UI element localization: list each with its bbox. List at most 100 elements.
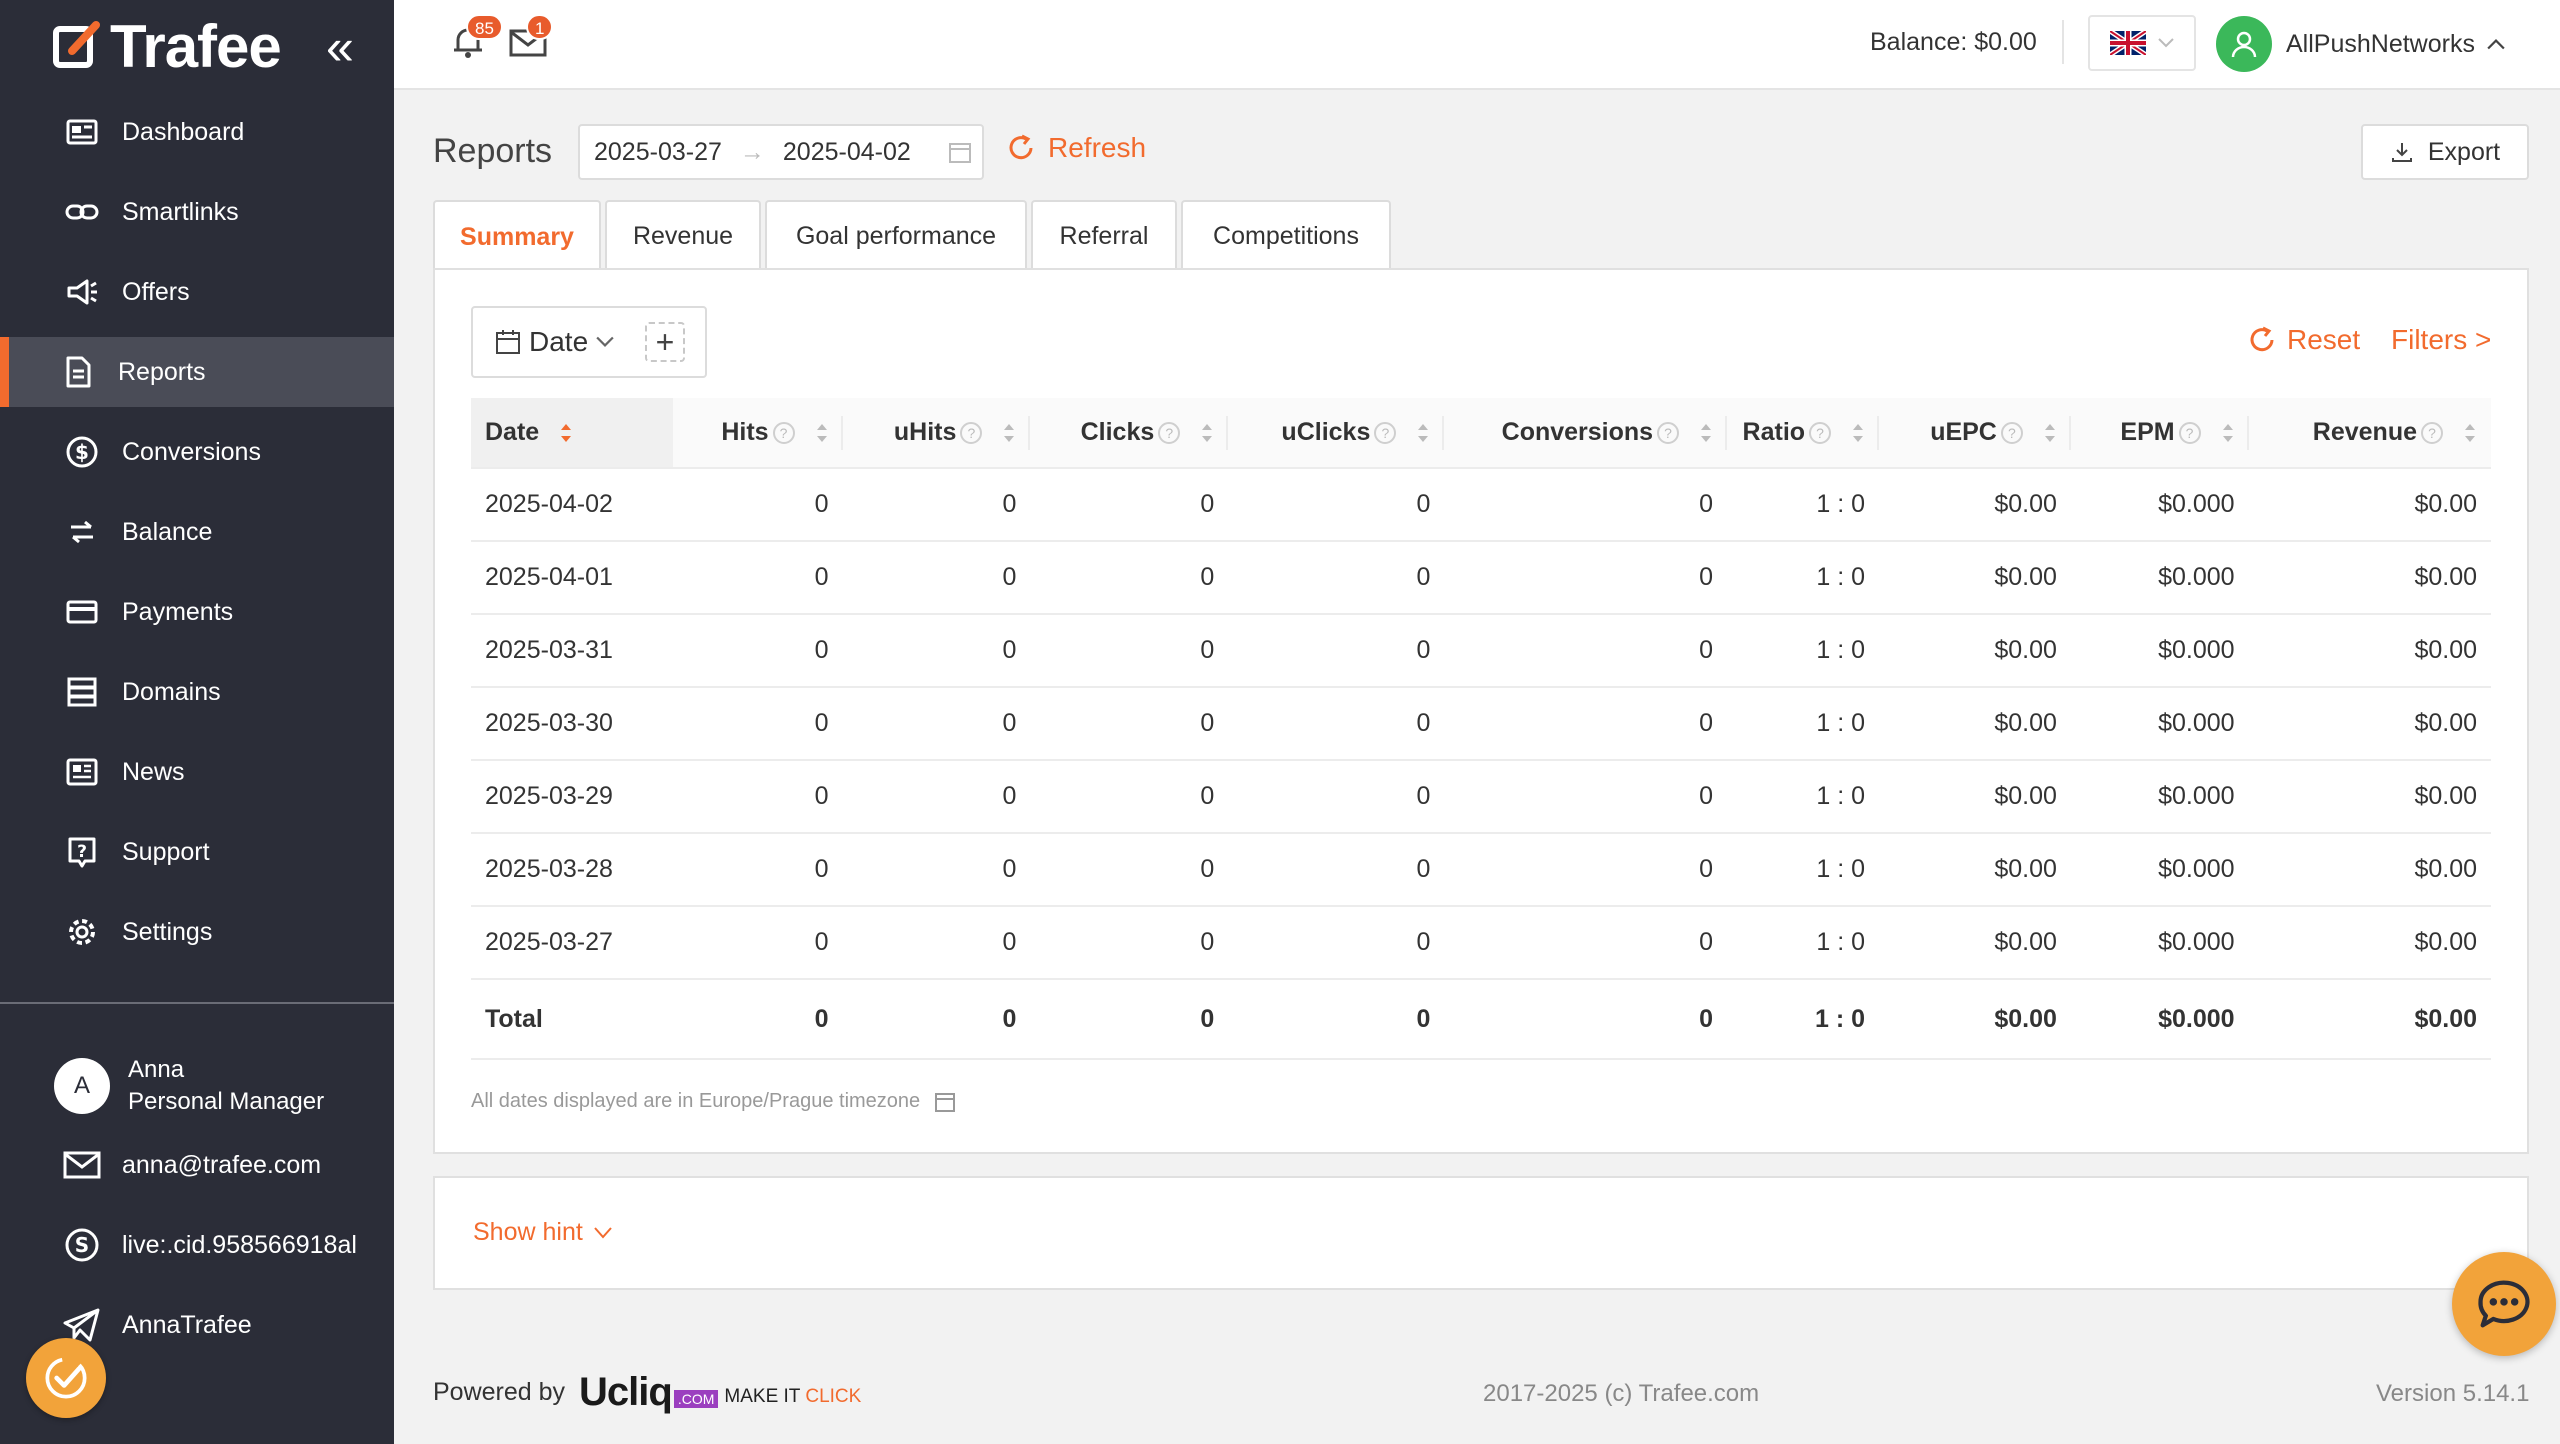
achievement-badge-icon[interactable] — [26, 1338, 106, 1418]
column-header-clicks[interactable]: Clicks? — [1030, 398, 1229, 469]
cell-revenue: $0.00 — [2248, 614, 2491, 688]
collapse-sidebar-icon[interactable]: « — [326, 22, 354, 72]
table-total-row: Total 0 0 0 0 0 1 : 0 $0.00 $0.000 $0.00 — [471, 979, 2491, 1060]
personal-manager: A Anna Personal Manager — [54, 1054, 324, 1118]
date-from: 2025-03-27 — [594, 137, 722, 166]
column-label: Date — [485, 418, 540, 446]
uk-flag-icon — [2110, 31, 2146, 55]
refresh-button[interactable]: Refresh — [1006, 132, 1146, 164]
tab-competitions[interactable]: Competitions — [1181, 200, 1391, 270]
export-button[interactable]: Export — [2361, 124, 2529, 180]
user-avatar-icon — [2216, 16, 2272, 72]
cell-conversions: 0 — [1444, 614, 1728, 688]
column-header-conversions[interactable]: Conversions? — [1444, 398, 1728, 469]
sidebar-item-balance[interactable]: Balance — [0, 497, 394, 567]
ucliq-logo[interactable]: Ucliq — [579, 1370, 673, 1415]
sort-icon[interactable] — [1416, 421, 1430, 445]
sort-icon[interactable] — [559, 421, 573, 445]
help-icon[interactable]: ? — [2000, 422, 2023, 445]
help-icon[interactable]: ? — [1809, 422, 1832, 445]
column-header-uhits[interactable]: uHits? — [842, 398, 1031, 469]
show-hint-toggle[interactable]: Show hint — [473, 1218, 613, 1247]
column-header-revenue[interactable]: Revenue? — [2248, 398, 2491, 469]
sidebar-divider — [0, 1002, 394, 1004]
tab-summary[interactable]: Summary — [433, 200, 601, 272]
exchange-icon — [64, 514, 100, 550]
brand-logo[interactable]: Trafee — [52, 13, 282, 80]
cell-epm: $0.000 — [2070, 760, 2249, 834]
tab-goal-performance[interactable]: Goal performance — [765, 200, 1027, 270]
trafee-logo-icon — [53, 21, 100, 68]
add-grouping-button[interactable]: + — [645, 322, 685, 362]
cell-date: 2025-03-29 — [471, 760, 673, 834]
cell-uclicks: 0 — [1228, 468, 1445, 542]
chat-bubble-icon[interactable] — [2452, 1252, 2556, 1356]
contact-telegram[interactable]: AnnaTrafee — [62, 1305, 252, 1345]
contact-email[interactable]: anna@trafee.com — [62, 1145, 321, 1185]
help-icon[interactable]: ? — [772, 422, 795, 445]
total-uhits: 0 — [842, 979, 1031, 1060]
date-to: 2025-04-02 — [782, 137, 911, 166]
sidebar-item-label: Settings — [122, 917, 213, 946]
help-icon[interactable]: ? — [1158, 422, 1181, 445]
column-header-hits[interactable]: Hits? — [672, 398, 843, 469]
sidebar-item-reports[interactable]: Reports — [0, 337, 394, 407]
user-menu[interactable]: AllPushNetworks — [2216, 16, 2505, 72]
sidebar-item-support[interactable]: ? Support — [0, 817, 394, 887]
column-header-ratio[interactable]: Ratio? — [1727, 398, 1880, 469]
help-icon[interactable]: ? — [1374, 422, 1397, 445]
sidebar-item-smartlinks[interactable]: Smartlinks — [0, 177, 394, 247]
cell-uepc: $0.00 — [1879, 833, 2071, 907]
cell-ratio: 1 : 0 — [1727, 614, 1880, 688]
sort-icon[interactable] — [1200, 421, 1214, 445]
sort-icon[interactable] — [2221, 421, 2235, 445]
report-table: Date Hits? uHits? Clicks? uClicks? Conversion… — [471, 398, 2491, 1060]
chevron-down-icon — [596, 336, 614, 347]
sidebar-item-payments[interactable]: Payments — [0, 577, 394, 647]
sort-icon[interactable] — [2463, 421, 2477, 445]
tab-revenue[interactable]: Revenue — [605, 200, 761, 270]
total-conversions: 0 — [1444, 979, 1728, 1060]
cell-hits: 0 — [672, 687, 843, 761]
group-by-date-dropdown[interactable]: Date — [473, 326, 622, 358]
cell-conversions: 0 — [1444, 833, 1728, 907]
column-label: Conversions — [1501, 418, 1654, 446]
column-header-uepc[interactable]: uEPC? — [1879, 398, 2071, 469]
help-icon[interactable]: ? — [2178, 422, 2201, 445]
sidebar-item-domains[interactable]: Domains — [0, 657, 394, 727]
column-label: uHits — [893, 418, 957, 446]
reset-button[interactable]: Reset — [2247, 324, 2360, 356]
calendar-icon — [949, 143, 971, 163]
server-icon — [64, 674, 100, 710]
cell-uepc: $0.00 — [1879, 906, 2071, 980]
help-icon[interactable]: ? — [960, 422, 983, 445]
filters-button[interactable]: Filters > — [2391, 324, 2491, 356]
cell-revenue: $0.00 — [2248, 833, 2491, 907]
help-icon[interactable]: ? — [2421, 422, 2443, 445]
column-header-date[interactable]: Date — [471, 398, 673, 469]
date-range-picker[interactable]: 2025-03-27 → 2025-04-02 — [578, 124, 984, 180]
contact-skype[interactable]: S live:.cid.958566918al — [62, 1225, 357, 1265]
sidebar-item-dashboard[interactable]: Dashboard — [0, 97, 394, 167]
sort-icon[interactable] — [1699, 421, 1713, 445]
column-header-uclicks[interactable]: uClicks? — [1228, 398, 1445, 469]
tab-referral[interactable]: Referral — [1031, 200, 1177, 270]
sidebar-item-offers[interactable]: Offers — [0, 257, 394, 327]
cell-uepc: $0.00 — [1879, 541, 2071, 615]
help-icon[interactable]: ? — [1657, 422, 1680, 445]
cell-hits: 0 — [672, 906, 843, 980]
sidebar-item-settings[interactable]: Settings — [0, 897, 394, 967]
column-header-epm[interactable]: EPM? — [2070, 398, 2249, 469]
cell-uhits: 0 — [842, 614, 1031, 688]
language-selector[interactable] — [2088, 15, 2196, 71]
sort-icon[interactable] — [1002, 421, 1016, 445]
cell-ratio: 1 : 0 — [1727, 541, 1880, 615]
column-label: uClicks — [1281, 418, 1371, 446]
cell-date: 2025-04-02 — [471, 468, 673, 542]
sort-icon[interactable] — [815, 421, 829, 445]
sidebar-item-news[interactable]: News — [0, 737, 394, 807]
sort-icon[interactable] — [1851, 421, 1865, 445]
sort-icon[interactable] — [2043, 421, 2057, 445]
contact-skype-text: live:.cid.958566918al — [122, 1230, 357, 1259]
sidebar-item-conversions[interactable]: $ Conversions — [0, 417, 394, 487]
